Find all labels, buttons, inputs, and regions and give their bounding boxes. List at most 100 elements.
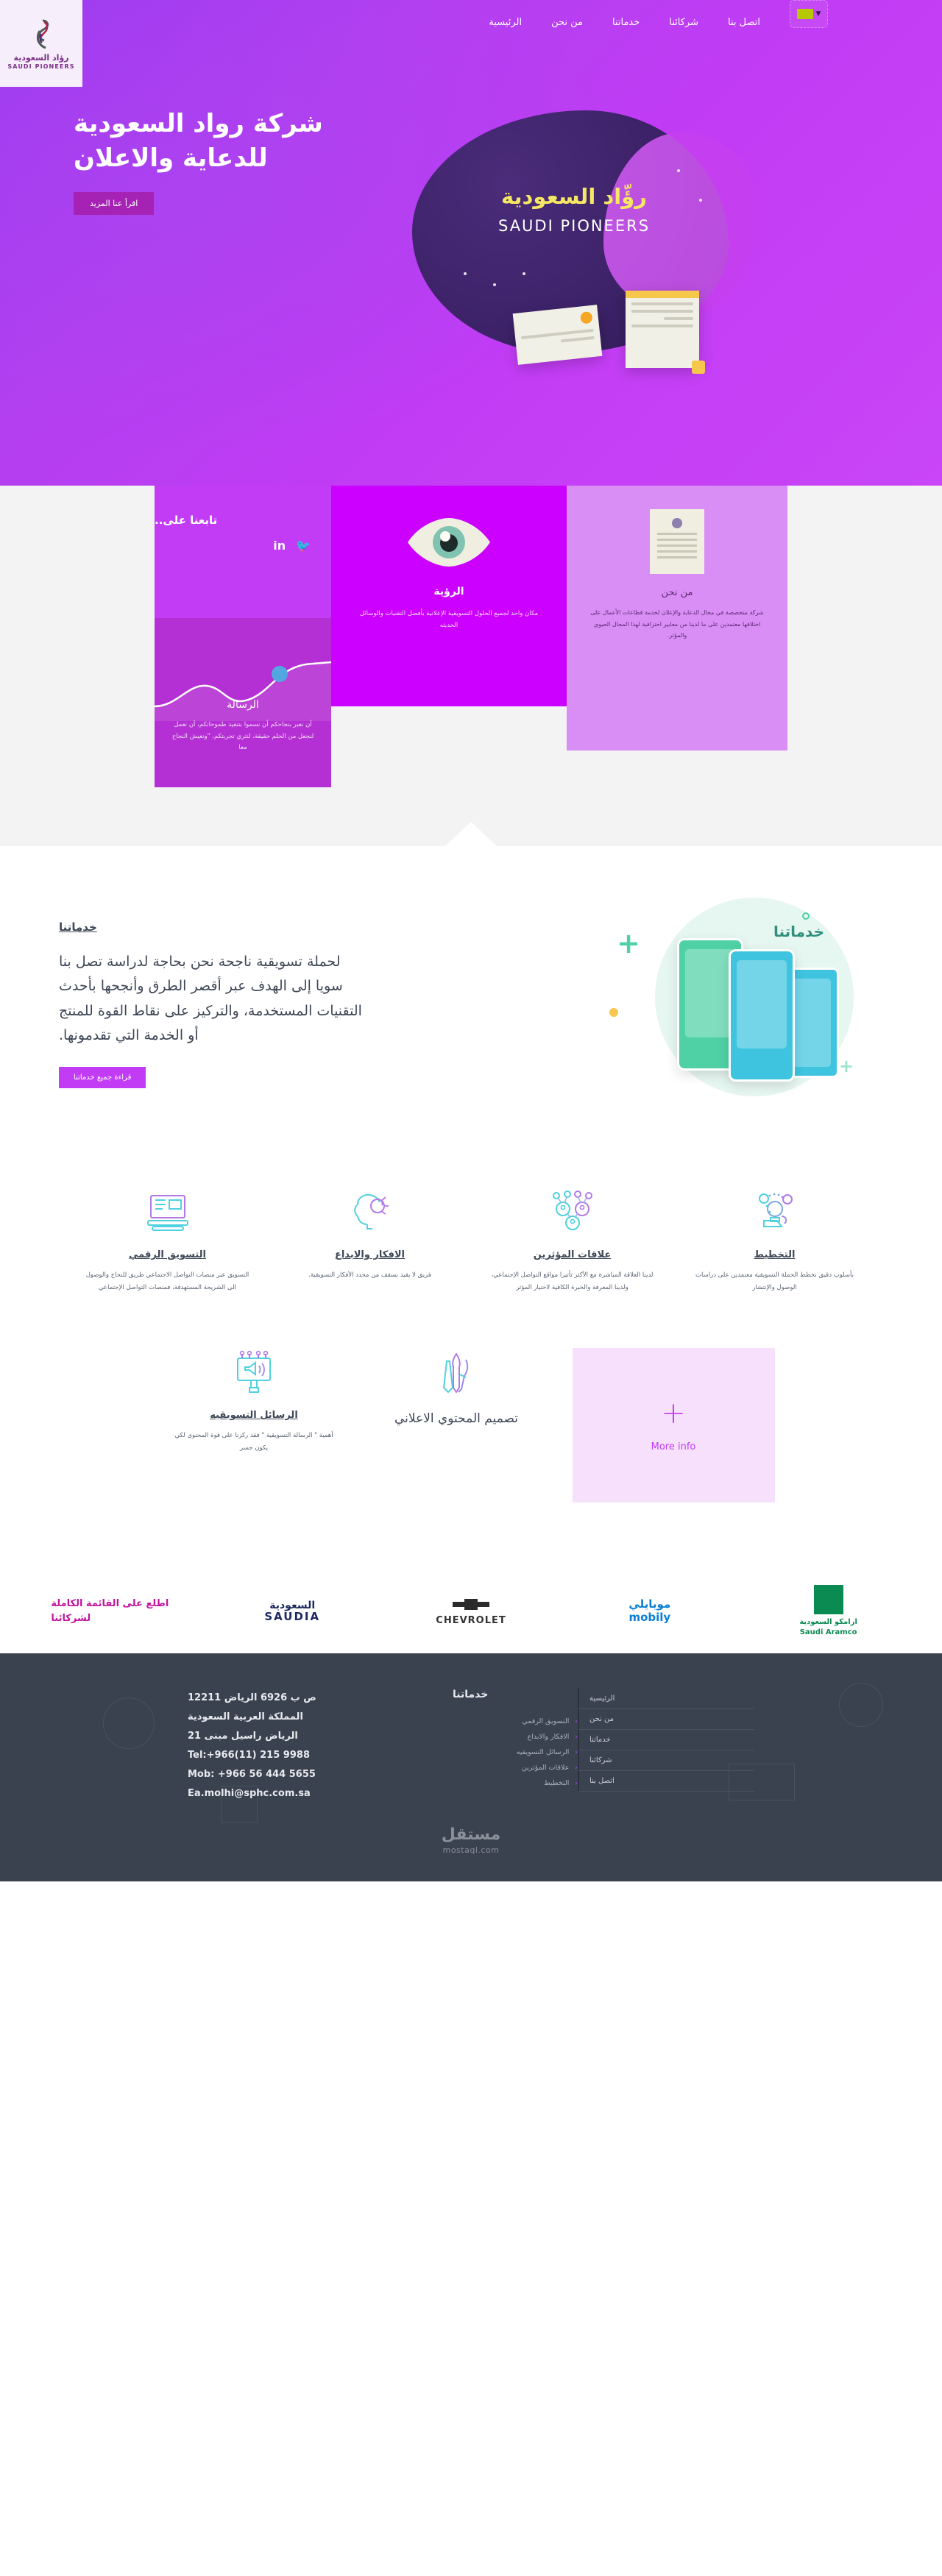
hero-cta-button[interactable]: اقرأ عنا المزيد	[74, 191, 155, 215]
message-card-title: الرسالة	[227, 699, 259, 711]
partner-name-ar: ارامكو السعودية	[799, 1618, 857, 1627]
site-logo[interactable]: رؤاد السعودية SAUDI PIONEERS	[0, 0, 82, 87]
flag-icon	[796, 9, 813, 19]
service-card-digital-marketing[interactable]: التسويق الرقمي التسويق عبر منصات التواصل…	[66, 1170, 269, 1316]
footer-nav-item[interactable]: اتصل بنا	[578, 1771, 754, 1792]
chevron-left-icon: ‹	[575, 1717, 578, 1725]
footer-services-title: خدماتنا	[453, 1689, 489, 1701]
decor-line	[664, 317, 693, 320]
service-title: التخطيط	[754, 1249, 796, 1260]
nav-item-contact[interactable]: اتصل بنا	[728, 17, 760, 28]
service-card-influencers[interactable]: علاقات المؤثرين لدينا العلاقة المباشرة م…	[471, 1170, 673, 1316]
hero-title: شركة رواد السعودية للدعاية والاعلان	[74, 109, 323, 173]
footer-service-item[interactable]: ‹ التخطيط	[453, 1775, 578, 1791]
nav-item-home[interactable]: الرئيسية	[489, 17, 522, 28]
partner-chevrolet[interactable]: CHEVROLET	[387, 1596, 556, 1626]
plus-decor-icon: +	[838, 1056, 854, 1076]
partner-name-en: CHEVROLET	[436, 1615, 506, 1627]
footer-phone-tel[interactable]: Tel:+966(11) 215 9988	[188, 1746, 431, 1765]
service-title: تصميم المحتوي الاعلاني	[394, 1411, 519, 1427]
nav-item-services[interactable]: خدماتنا	[612, 17, 640, 28]
footer-address-line-3: الرياض راسيل مبنى 21	[188, 1731, 298, 1742]
linkedin-icon[interactable]: in	[273, 539, 286, 553]
about-card: من نحن شركة متخصصة في مجال الدعاية والإع…	[567, 486, 787, 751]
partner-name-en: SAUDIA	[264, 1609, 321, 1623]
more-info-card[interactable]: + More info	[572, 1348, 775, 1503]
footer-service-item[interactable]: ‹ الافكار والابداع	[453, 1729, 578, 1745]
logo-mark-icon	[36, 19, 49, 49]
nav-item-about[interactable]: من نحن	[551, 17, 583, 28]
chevron-left-icon: ‹	[575, 1748, 578, 1756]
chevron-left-icon: ‹	[575, 1733, 578, 1741]
feature-cards-row: من نحن شركة متخصصة في مجال الدعاية والإع…	[0, 486, 942, 787]
footer-nav-item[interactable]: الرئيسية	[578, 1689, 754, 1710]
service-description: لدينا العلاقة المباشرة مع الأكثر تأثيرا …	[491, 1271, 654, 1291]
influencer-network-icon	[486, 1188, 659, 1236]
decor-line	[657, 556, 697, 558]
decor-line	[560, 336, 595, 343]
aramco-logo-mark	[813, 1585, 843, 1615]
service-title: التسويق الرقمي	[129, 1249, 206, 1260]
chevron-left-icon: ‹	[575, 1764, 578, 1772]
footer-phone-mobile[interactable]: Mob: +966 56 444 5655	[188, 1765, 431, 1784]
decor-dot	[493, 283, 496, 286]
footer-service-label: التخطيط	[544, 1779, 570, 1788]
footer-nav-item[interactable]: خدماتنا	[578, 1730, 754, 1751]
decor-line	[631, 302, 693, 305]
nav-item-partners[interactable]: شركائنا	[669, 17, 698, 28]
service-card-marketing-messages[interactable]: الرسائل التسويقيه أهمية " الرسالة التسوي…	[153, 1330, 355, 1525]
plus-icon: +	[661, 1396, 686, 1430]
decor-line	[657, 544, 697, 547]
services-grid-row1: التخطيط بأسلوب دقيق نخطط الحملة التسويقي…	[0, 1140, 942, 1323]
service-card-content-design[interactable]: تصميم المحتوي الاعلاني	[355, 1330, 558, 1525]
services-cta-button[interactable]: قراءة جميع خدماتنا	[59, 1067, 146, 1088]
decor-line	[657, 550, 697, 553]
footer-email[interactable]: Ea.molhi@sphc.com.sa	[188, 1784, 431, 1803]
hero-text-block: شركة رواد السعودية للدعاية والاعلان اقرأ…	[74, 88, 383, 471]
footer-services-column: خدماتنا ‹ التسويق الرقمي ‹ الافكار والابدا…	[431, 1689, 578, 1803]
service-title: علاقات المؤثرين	[533, 1249, 612, 1260]
partners-cta[interactable]: اطلع على القائمة الكاملة لشركائنا	[29, 1597, 198, 1625]
partner-saudia[interactable]: السعودية SAUDIA	[208, 1600, 377, 1623]
hero-card-photo	[512, 305, 603, 365]
mostaql-logo: مستقل mostaql.com	[44, 1825, 898, 1855]
social-message-column: تابعنا على.. 🐦 in الرسالة أن نعبر بنجاحك…	[155, 486, 331, 787]
footer-nav-item[interactable]: شركائنا	[578, 1750, 754, 1772]
partner-aramco[interactable]: ارامكو السعودية Saudi Aramco	[744, 1585, 913, 1637]
message-card-body: أن نعبر بنجاحكم أن نسموا بتنفيذ طموحاتكم…	[171, 721, 314, 752]
hero-section: ▼ اتصل بنا شركائنا خدماتنا من نحن الرئيس…	[0, 0, 942, 486]
footer-service-item[interactable]: ‹ علاقات المؤثرين	[453, 1760, 578, 1775]
avatar	[579, 311, 593, 324]
services-intro-body: لحملة تسويقية ناجحة نحن بحاجة لدراسة تصل…	[59, 954, 362, 1043]
partner-name-ar: موبايلي	[628, 1597, 671, 1611]
service-card-ideas[interactable]: الافكار والابداع فريق لا يقيد بسقف من مح…	[269, 1170, 471, 1316]
footer-address-line-2: المملكة العربية السعودية	[188, 1711, 303, 1723]
decor-line	[631, 324, 693, 327]
decor-tag	[692, 361, 705, 374]
section-notch	[445, 822, 497, 847]
digital-marketing-icon	[81, 1188, 254, 1236]
service-card-planning[interactable]: التخطيط بأسلوب دقيق نخطط الحملة التسويقي…	[673, 1170, 876, 1316]
chevron-left-icon: ‹	[575, 1779, 578, 1787]
language-switcher[interactable]: ▼	[790, 0, 828, 28]
footer-service-label: الافكار والابداع	[527, 1733, 570, 1742]
footer-service-label: علاقات المؤثرين	[521, 1764, 570, 1773]
footer-nav-item[interactable]: من نحن	[578, 1709, 754, 1731]
footer-service-item[interactable]: ‹ التسويق الرقمي	[453, 1714, 578, 1729]
decor-bar	[626, 291, 699, 298]
partner-mobily[interactable]: موبايلي mobily	[565, 1598, 734, 1624]
megaphone-billboard-icon	[168, 1348, 341, 1397]
vision-card-title: الرؤية	[433, 586, 464, 597]
idea-brain-icon	[283, 1188, 456, 1236]
vision-card: الرؤية مكان واحد لجميع الحلول التسويقية …	[331, 486, 567, 706]
footer-columns: الرئيسية من نحن خدماتنا شركائنا اتصل بنا…	[44, 1689, 898, 1803]
twitter-icon[interactable]: 🐦	[296, 539, 311, 553]
partner-name-en: Saudi Aramco	[799, 1628, 857, 1636]
service-title: الرسائل التسويقيه	[210, 1410, 298, 1422]
services-intro-heading: خدماتنا	[59, 920, 97, 934]
footer-service-item[interactable]: ‹ الرسائل التسويقيه	[453, 1745, 578, 1760]
footer-nav-list: الرئيسية من نحن خدماتنا شركائنا اتصل بنا	[578, 1689, 754, 1803]
decor-line	[657, 539, 697, 541]
partner-name-en: mobily	[628, 1610, 671, 1624]
partners-cta-label: اطلع على القائمة الكاملة لشركائنا	[51, 1598, 169, 1624]
